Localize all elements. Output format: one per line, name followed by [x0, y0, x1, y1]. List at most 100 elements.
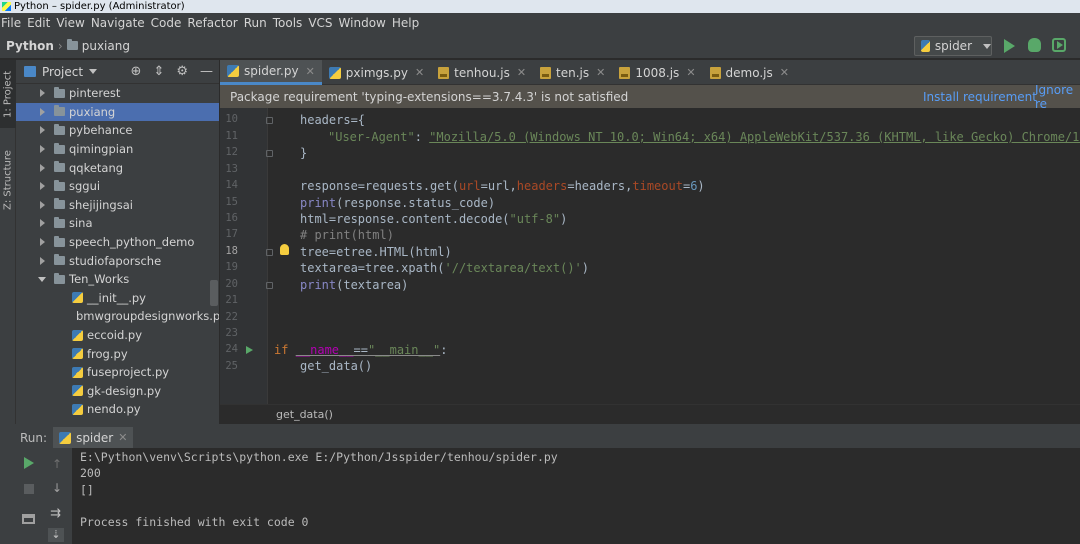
tab-tenhou-js[interactable]: tenhou.js ✕ [431, 60, 533, 85]
layout-icon[interactable] [22, 514, 35, 524]
menu-run[interactable]: Run [243, 16, 272, 30]
tree-file[interactable]: eccoid.py [16, 326, 219, 345]
collapse-all-icon[interactable]: ⇕ [153, 65, 164, 79]
vertical-scrollbar[interactable] [210, 280, 218, 306]
arrow-down-icon[interactable]: ↓ [52, 481, 62, 495]
close-icon[interactable]: ✕ [415, 66, 424, 79]
run-icon[interactable] [1004, 39, 1015, 53]
menu-help[interactable]: Help [391, 16, 424, 30]
tree-folder[interactable]: speech_python_demo [16, 233, 219, 252]
fold-icon[interactable] [266, 282, 273, 289]
code-editor[interactable]: 10 11 12 13 14 15 16 17 18 19 20 21 22 2… [220, 108, 1080, 404]
menu-tools[interactable]: Tools [272, 16, 308, 30]
tree-folder[interactable]: qqketang [16, 158, 219, 177]
line-number: 20 [225, 278, 238, 290]
menu-refactor[interactable]: Refactor [186, 16, 242, 30]
breadcrumb-function[interactable]: get_data() [276, 408, 333, 421]
install-requirement-link[interactable]: Install requirement [923, 90, 1037, 104]
run-console-output[interactable]: E:\Python\venv\Scripts\python.exe E:/Pyt… [72, 448, 1080, 544]
tree-file[interactable]: frog.py [16, 344, 219, 363]
run-with-coverage-icon[interactable] [1052, 38, 1066, 52]
gear-icon[interactable]: ⚙ [176, 65, 188, 79]
debug-icon[interactable] [1028, 38, 1041, 52]
left-tool-stripe-bottom [0, 424, 16, 544]
tab-pximgs-py[interactable]: pximgs.py ✕ [322, 60, 431, 85]
rerun-icon[interactable] [24, 457, 34, 469]
chevron-right-icon[interactable] [39, 219, 45, 228]
line-number: 17 [225, 228, 238, 240]
code-line-11: "User-Agent": "Mozilla/5.0 (Windows NT 1… [328, 129, 1080, 145]
tree-folder[interactable]: pybehance [16, 121, 219, 140]
menu-file[interactable]: File [0, 16, 26, 30]
tree-file[interactable]: gk-design.py [16, 382, 219, 401]
tree-folder[interactable]: shejijingsai [16, 196, 219, 215]
chevron-right-icon[interactable] [39, 107, 45, 116]
chevron-down-icon[interactable] [89, 69, 98, 74]
run-config-selector[interactable]: spider [914, 36, 992, 56]
tree-folder[interactable]: qimingpian [16, 140, 219, 159]
menu-view[interactable]: View [55, 16, 89, 30]
python-file-icon [72, 403, 83, 415]
run-tab-spider[interactable]: spider ✕ [53, 427, 134, 448]
tree-folder-label: Ten_Works [69, 272, 130, 287]
nav-folder[interactable]: puxiang [82, 39, 130, 53]
locate-file-icon[interactable]: ⊕ [131, 65, 142, 79]
arrow-up-icon[interactable]: ↑ [52, 457, 62, 471]
close-icon[interactable]: ✕ [780, 66, 789, 79]
close-icon[interactable]: ✕ [517, 66, 526, 79]
line-number: 23 [225, 327, 238, 339]
menu-navigate[interactable]: Navigate [90, 16, 150, 30]
fold-icon[interactable] [266, 249, 273, 256]
menu-vcs[interactable]: VCS [307, 16, 337, 30]
close-icon[interactable]: ✕ [596, 66, 605, 79]
chevron-right-icon[interactable] [39, 182, 45, 191]
tree-folder[interactable]: studiofaporsche [16, 251, 219, 270]
ignore-requirement-link[interactable]: Ignore re [1035, 83, 1080, 111]
tree-folder[interactable]: sggui [16, 177, 219, 196]
scroll-to-end-icon[interactable]: ⇣ [48, 528, 64, 542]
chevron-right-icon[interactable] [39, 256, 45, 265]
run-gutter-icon[interactable] [246, 346, 253, 354]
chevron-right-icon[interactable] [39, 89, 45, 98]
project-tool-tab[interactable]: 1: Project [0, 60, 16, 128]
chevron-right-icon[interactable] [39, 145, 45, 154]
tab-spider-py[interactable]: spider.py ✕ [220, 60, 322, 85]
project-panel-title[interactable]: Project [42, 65, 83, 79]
folder-icon [54, 123, 65, 135]
line-number: 13 [225, 163, 238, 175]
tree-folder-expanded[interactable]: Ten_Works [16, 270, 219, 289]
close-icon[interactable]: ✕ [306, 65, 315, 78]
soft-wrap-icon[interactable]: ⇉ [50, 506, 61, 521]
chevron-right-icon[interactable] [39, 238, 45, 247]
tree-file[interactable]: __init__.py [16, 289, 219, 308]
code-token: __name__ [295, 343, 354, 357]
tree-file[interactable]: bmwgroupdesignworks.py [16, 307, 219, 326]
tab-ten-js[interactable]: ten.js ✕ [533, 60, 612, 85]
python-icon [59, 431, 72, 444]
tree-folder[interactable]: pinterest [16, 84, 219, 103]
tree-file[interactable]: fuseproject.py [16, 363, 219, 382]
lightbulb-icon[interactable] [280, 244, 289, 255]
tab-demo-js[interactable]: demo.js ✕ [703, 60, 796, 85]
chevron-right-icon[interactable] [39, 126, 45, 135]
tree-file[interactable]: nendo.py [16, 400, 219, 419]
tab-1008-js[interactable]: 1008.js ✕ [612, 60, 702, 85]
chevron-down-icon[interactable] [38, 276, 46, 282]
fold-icon[interactable] [266, 117, 273, 124]
menu-window[interactable]: Window [338, 16, 391, 30]
hide-panel-icon[interactable]: — [200, 65, 213, 79]
python-file-icon [72, 329, 83, 341]
nav-project[interactable]: Python [0, 39, 54, 53]
tree-folder-selected[interactable]: puxiang [16, 102, 219, 122]
menu-edit[interactable]: Edit [26, 16, 55, 30]
fold-icon[interactable] [266, 150, 273, 157]
chevron-right-icon[interactable] [39, 200, 45, 209]
chevron-right-icon[interactable] [39, 163, 45, 172]
stop-icon[interactable] [24, 484, 34, 494]
code-area[interactable]: headers={ "User-Agent": "Mozilla/5.0 (Wi… [274, 108, 1080, 404]
close-icon[interactable]: ✕ [118, 431, 127, 444]
tree-folder[interactable]: sina [16, 214, 219, 233]
menu-code[interactable]: Code [150, 16, 187, 30]
close-icon[interactable]: ✕ [686, 66, 695, 79]
structure-tool-tab[interactable]: Z: Structure [0, 144, 16, 216]
